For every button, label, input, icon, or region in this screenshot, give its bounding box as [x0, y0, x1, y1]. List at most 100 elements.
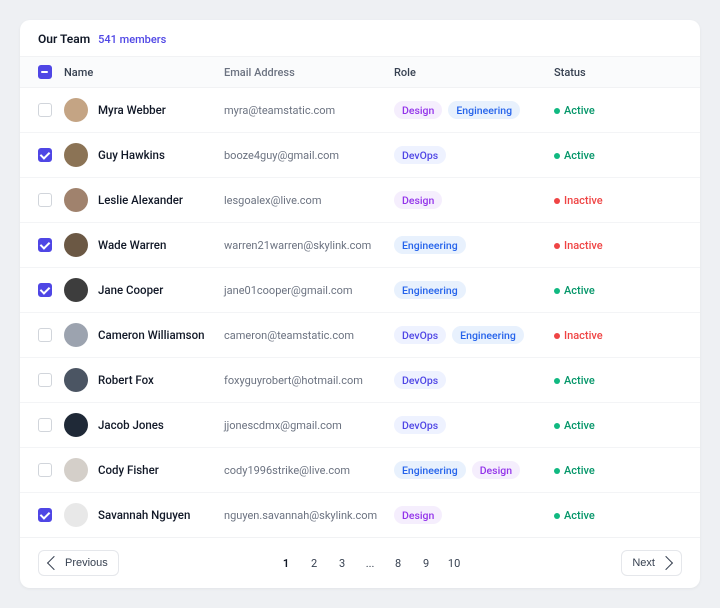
avatar — [64, 188, 88, 212]
member-email: warren21warren@skylink.com — [224, 239, 394, 252]
role-tag: DevOps — [394, 146, 446, 164]
member-name: Guy Hawkins — [98, 148, 165, 162]
member-email: booze4guy@gmail.com — [224, 149, 394, 162]
avatar — [64, 233, 88, 257]
table-row[interactable]: Myra Webbermyra@teamstatic.comDesignEngi… — [20, 88, 700, 133]
card-header: Our Team 541 members — [20, 20, 700, 56]
role-tag: DevOps — [394, 371, 446, 389]
page-number[interactable]: 10 — [442, 551, 466, 575]
table-row[interactable]: Wade Warrenwarren21warren@skylink.comEng… — [20, 223, 700, 268]
page-number[interactable]: 2 — [302, 551, 326, 575]
status-text: Inactive — [564, 329, 603, 342]
role-tag: Engineering — [452, 326, 524, 344]
row-checkbox[interactable] — [38, 418, 52, 432]
team-table-card: Our Team 541 members Name Email Address … — [20, 20, 700, 588]
member-name: Leslie Alexander — [98, 193, 183, 207]
avatar — [64, 278, 88, 302]
status-dot-icon — [554, 288, 560, 294]
status-text: Active — [564, 509, 595, 522]
table-row[interactable]: Guy Hawkins booze4guy@gmail.comDevOps Acti… — [20, 133, 700, 178]
status-badge: Inactive — [554, 239, 682, 252]
status-text: Active — [564, 284, 595, 297]
status-text: Active — [564, 374, 595, 387]
role-tag: Engineering — [448, 101, 520, 119]
avatar — [64, 98, 88, 122]
avatar — [64, 368, 88, 392]
arrow-right-icon — [659, 556, 673, 570]
member-count-badge: 541 members — [98, 33, 166, 46]
table-row[interactable]: Cameron Williamsoncameron@teamstatic.com… — [20, 313, 700, 358]
row-checkbox[interactable] — [38, 283, 52, 297]
row-checkbox[interactable] — [38, 103, 52, 117]
member-name: Robert Fox — [98, 373, 154, 387]
status-text: Inactive — [564, 239, 603, 252]
page-number[interactable]: 1 — [274, 551, 298, 575]
member-name: Savannah Nguyen — [98, 508, 190, 522]
arrow-left-icon — [47, 556, 61, 570]
role-tag: Design — [394, 191, 442, 209]
avatar — [64, 143, 88, 167]
status-badge: Active — [554, 419, 682, 432]
row-checkbox[interactable] — [38, 328, 52, 342]
status-badge: Active — [554, 284, 682, 297]
member-email: cody1996strike@live.com — [224, 464, 394, 477]
row-checkbox[interactable] — [38, 148, 52, 162]
page-ellipsis: ... — [358, 551, 382, 575]
status-text: Active — [564, 464, 595, 477]
status-dot-icon — [554, 333, 560, 339]
select-all-checkbox[interactable] — [38, 65, 52, 79]
status-text: Inactive — [564, 194, 603, 207]
page-number[interactable]: 9 — [414, 551, 438, 575]
status-dot-icon — [554, 468, 560, 474]
member-name: Jacob Jones — [98, 418, 164, 432]
role-tag: Engineering — [394, 236, 466, 254]
role-tag: Design — [394, 506, 442, 524]
role-tag: Engineering — [394, 281, 466, 299]
status-text: Active — [564, 149, 595, 162]
member-name: Myra Webber — [98, 103, 166, 117]
row-checkbox[interactable] — [38, 238, 52, 252]
member-email: jjonescdmx@gmail.com — [224, 419, 394, 432]
table-header-row: Name Email Address Role Status — [20, 56, 700, 88]
page-number[interactable]: 3 — [330, 551, 354, 575]
card-title: Our Team — [38, 32, 90, 46]
status-badge: Active — [554, 509, 682, 522]
previous-label: Previous — [65, 557, 108, 569]
row-checkbox[interactable] — [38, 373, 52, 387]
avatar — [64, 323, 88, 347]
pagination: 123...8910 — [274, 551, 466, 575]
table-row[interactable]: Jane Cooperjane01cooper@gmail.comEnginee… — [20, 268, 700, 313]
row-checkbox[interactable] — [38, 193, 52, 207]
status-text: Active — [564, 104, 595, 117]
role-tag: DevOps — [394, 416, 446, 434]
table-row[interactable]: Jacob Jones jjonescdmx@gmail.comDevOps Act… — [20, 403, 700, 448]
status-badge: Inactive — [554, 194, 682, 207]
status-dot-icon — [554, 108, 560, 114]
next-button[interactable]: Next — [621, 550, 682, 576]
member-email: nguyen.savannah@skylink.com — [224, 509, 394, 522]
role-tag: Design — [472, 461, 520, 479]
table-row[interactable]: Leslie Alexander lesgoalex@live.comDesign… — [20, 178, 700, 223]
member-email: lesgoalex@live.com — [224, 194, 394, 207]
column-header-email[interactable]: Email Address — [224, 66, 394, 79]
column-header-role[interactable]: Role — [394, 66, 554, 79]
table-row[interactable]: Robert Foxfoxyguyrobert@hotmail.comDevOp… — [20, 358, 700, 403]
role-tag: Engineering — [394, 461, 466, 479]
table-row[interactable]: Savannah Nguyen nguyen.savannah@skylink.c… — [20, 493, 700, 537]
status-dot-icon — [554, 513, 560, 519]
status-badge: Active — [554, 104, 682, 117]
page-number[interactable]: 8 — [386, 551, 410, 575]
role-tag: Design — [394, 101, 442, 119]
column-header-status[interactable]: Status — [554, 66, 682, 79]
row-checkbox[interactable] — [38, 508, 52, 522]
previous-button[interactable]: Previous — [38, 550, 119, 576]
avatar — [64, 413, 88, 437]
row-checkbox[interactable] — [38, 463, 52, 477]
member-email: jane01cooper@gmail.com — [224, 284, 394, 297]
column-header-name[interactable]: Name — [64, 66, 224, 79]
table-row[interactable]: Cody Fishercody1996strike@live.comEngine… — [20, 448, 700, 493]
next-label: Next — [632, 557, 655, 569]
status-dot-icon — [554, 423, 560, 429]
role-tag: DevOps — [394, 326, 446, 344]
status-dot-icon — [554, 198, 560, 204]
